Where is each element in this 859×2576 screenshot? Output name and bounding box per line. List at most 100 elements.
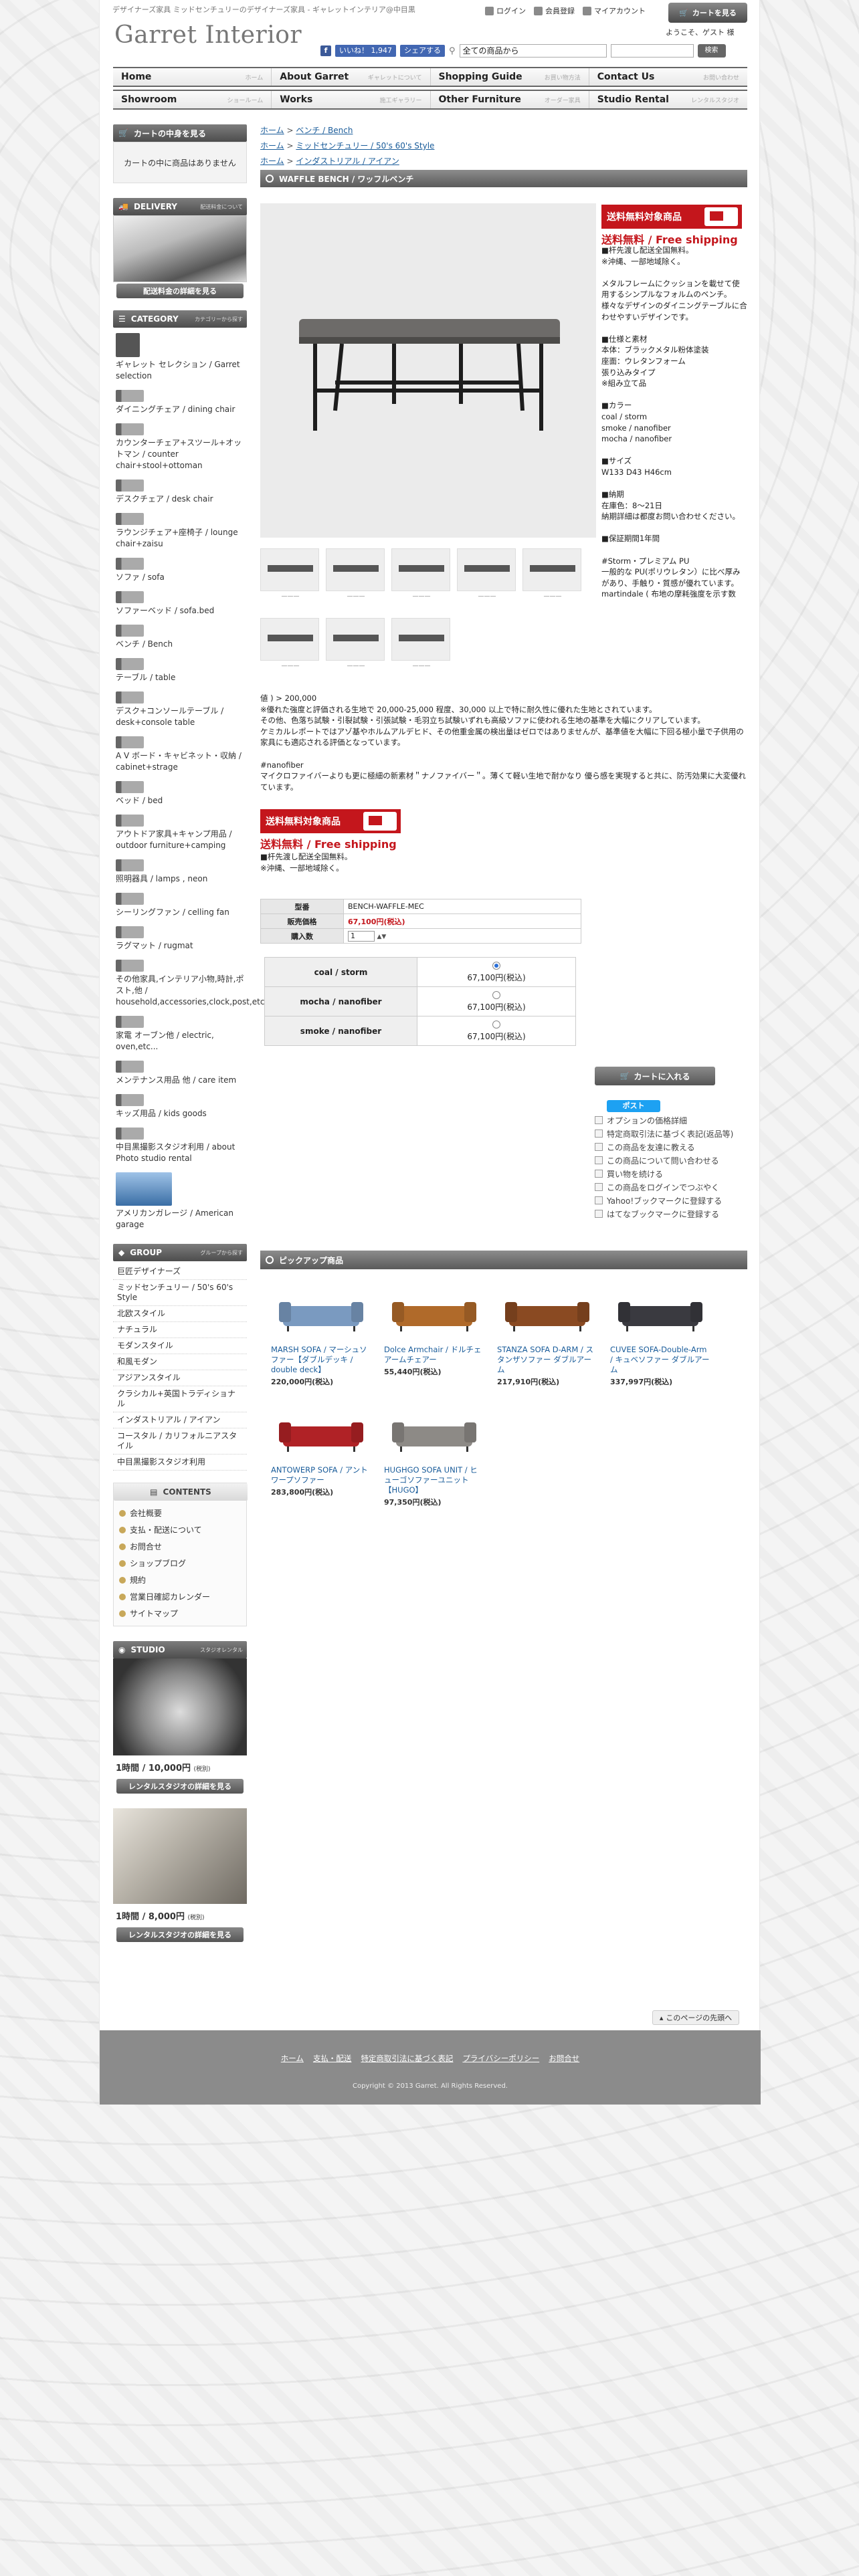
contents-item[interactable]: お問合せ	[114, 1538, 246, 1555]
nav-about[interactable]: About Garret ギャレットについて	[272, 68, 431, 86]
option-choice[interactable]: 67,100円(税込)	[417, 957, 576, 987]
category-item[interactable]: 中目黒撮影スタジオ利用 / about Photo studio rental	[116, 1128, 247, 1164]
category-item[interactable]: ギャレット セレクション / Garret selection	[116, 333, 247, 382]
product-link[interactable]: オプションの価格詳細	[595, 1113, 733, 1127]
product-thumbnail[interactable]: ———	[326, 618, 385, 669]
category-item[interactable]: A V ボード・キャビネット・収納 / cabinet+strage	[116, 736, 247, 773]
category-item[interactable]: カウンターチェア+スツール+オットマン / counter chair+stoo…	[116, 423, 247, 471]
product-link[interactable]: Yahoo!ブックマークに登録する	[595, 1194, 733, 1207]
category-item[interactable]: デスクチェア / desk chair	[116, 479, 247, 505]
category-item[interactable]: ラグマット / rugmat	[116, 926, 247, 952]
product-link[interactable]: 買い物を続ける	[595, 1167, 733, 1180]
product-link[interactable]: はてなブックマークに登録する	[595, 1207, 733, 1220]
nav-studio-rental[interactable]: Studio Rental レンタルスタジオ	[589, 91, 747, 108]
site-logo[interactable]: Garret Interior	[114, 21, 302, 49]
product-thumbnail[interactable]: ———	[260, 548, 319, 600]
category-item[interactable]: ソファーベッド / sofa.bed	[116, 591, 247, 617]
category-item[interactable]: シーリングファン / celling fan	[116, 893, 247, 918]
add-to-cart-button[interactable]: 🛒 カートに入れる	[595, 1067, 715, 1085]
product-thumbnail[interactable]: ———	[522, 548, 581, 600]
contents-item[interactable]: 支払・配送について	[114, 1521, 246, 1538]
category-item[interactable]: その他家具,インテリア小物,時計,ポスト,他 / household,acces…	[116, 960, 272, 1008]
pickup-item[interactable]: ANTOWERP SOFA / アントワープソファー 283,800円(税込)	[271, 1408, 371, 1497]
studio-detail-button-1[interactable]: レンタルスタジオの詳細を見る	[116, 1779, 244, 1794]
category-item[interactable]: テーブル / table	[116, 658, 247, 683]
category-item[interactable]: ソファ / sofa	[116, 558, 247, 583]
search-scope-select[interactable]: 全ての商品から	[459, 44, 607, 58]
product-link[interactable]: 特定商取引法に基づく表記(返品等)	[595, 1127, 733, 1140]
quantity-input[interactable]: 1	[348, 930, 375, 942]
contents-item[interactable]: ショップブログ	[114, 1555, 246, 1572]
category-item[interactable]: アウトドア家具+キャンプ用品 / outdoor furniture+campi…	[116, 815, 247, 851]
category-item[interactable]: デスク+コンソールテーブル / desk+console table	[116, 691, 247, 728]
contents-item[interactable]: サイトマップ	[114, 1605, 246, 1622]
footer-link[interactable]: お問合せ	[549, 2054, 579, 2063]
tweet-button[interactable]: ポスト	[607, 1100, 660, 1112]
product-link[interactable]: この商品を友達に教える	[595, 1140, 733, 1154]
category-item[interactable]: アメリカンガレージ / American garage	[116, 1172, 247, 1230]
category-item[interactable]: ベンチ / Bench	[116, 625, 247, 650]
group-item[interactable]: 中目黒撮影スタジオ利用	[113, 1455, 247, 1471]
myaccount-link[interactable]: マイアカウント	[583, 5, 646, 16]
studio-detail-button-2[interactable]: レンタルスタジオの詳細を見る	[116, 1927, 244, 1942]
nav-contact[interactable]: Contact Us お問い合わせ	[589, 68, 747, 86]
fb-like-button[interactable]: いいね！ 1,947	[335, 45, 396, 57]
contents-item[interactable]: 営業日確認カレンダー	[114, 1588, 246, 1605]
group-item[interactable]: ナチュラル	[113, 1322, 247, 1338]
pickup-item-name[interactable]: MARSH SOFA / マーシュソファー【ダブルデッキ / double de…	[271, 1345, 371, 1375]
sidebar-cart-header[interactable]: 🛒 カートの中身を見る	[113, 124, 247, 142]
facebook-icon[interactable]: f	[320, 45, 331, 56]
breadcrumb-link[interactable]: ミッドセンチュリー / 50's 60's Style	[296, 141, 434, 150]
group-item[interactable]: モダンスタイル	[113, 1338, 247, 1354]
footer-link[interactable]: 特定商取引法に基づく表記	[361, 2054, 453, 2063]
footer-link[interactable]: 支払・配送	[313, 2054, 352, 2063]
group-item[interactable]: ミッドセンチュリー / 50's 60's Style	[113, 1280, 247, 1306]
nav-other-furniture[interactable]: Other Furniture オーダー家具	[431, 91, 589, 108]
contents-item[interactable]: 規約	[114, 1572, 246, 1588]
group-item[interactable]: クラシカル+英国トラディショナル	[113, 1386, 247, 1412]
footer-link[interactable]: ホーム	[281, 2054, 304, 2063]
pickup-item-name[interactable]: HUGHGO SOFA UNIT / ヒューゴソファーユニット【HUGO】	[384, 1465, 484, 1495]
product-thumbnail[interactable]: ———	[457, 548, 516, 600]
category-item[interactable]: ラウンジチェア+座椅子 / lounge chair+zaisu	[116, 513, 247, 550]
pickup-item-name[interactable]: CUVEE SOFA-Double-Arm / キュベソファー ダブルアーム	[610, 1345, 710, 1375]
product-link[interactable]: この商品について問い合わせる	[595, 1154, 733, 1167]
category-item[interactable]: ダイニングチェア / dining chair	[116, 390, 247, 415]
group-item[interactable]: コースタル / カリフォルニアスタイル	[113, 1428, 247, 1455]
quantity-stepper[interactable]: ▲▼	[377, 934, 387, 940]
group-item[interactable]: 和風モダン	[113, 1354, 247, 1370]
pickup-item-name[interactable]: STANZA SOFA D-ARM / スタンザソファー ダブルアーム	[497, 1345, 597, 1375]
pickup-item[interactable]: Dolce Armchair / ドルチェアームチェアー 55,440円(税込)	[384, 1287, 484, 1377]
option-radio[interactable]	[492, 961, 500, 970]
nav-shopping-guide[interactable]: Shopping Guide お買い物方法	[431, 68, 589, 86]
option-radio[interactable]	[492, 1020, 500, 1029]
option-choice[interactable]: 67,100円(税込)	[417, 1016, 576, 1046]
nav-showroom[interactable]: Showroom ショールーム	[113, 91, 272, 108]
category-item[interactable]: キッズ用品 / kids goods	[116, 1094, 247, 1119]
group-item[interactable]: インダストリアル / アイアン	[113, 1412, 247, 1428]
option-radio[interactable]	[492, 990, 500, 999]
breadcrumb-home[interactable]: ホーム	[260, 156, 284, 166]
option-choice[interactable]: 67,100円(税込)	[417, 986, 576, 1016]
product-thumbnail[interactable]: ———	[391, 618, 450, 669]
category-item[interactable]: メンテナンス用品 他 / care item	[116, 1061, 247, 1086]
category-item[interactable]: 照明器具 / lamps , neon	[116, 859, 247, 885]
search-input[interactable]	[610, 44, 694, 58]
product-thumbnail[interactable]: ———	[326, 548, 385, 600]
delivery-detail-button[interactable]: 配送料金の詳細を見る	[116, 284, 244, 298]
breadcrumb-home[interactable]: ホーム	[260, 141, 284, 150]
breadcrumb-link[interactable]: ベンチ / Bench	[296, 126, 353, 135]
category-item[interactable]: 家電 オーブン他 / electric, oven,etc...	[116, 1016, 247, 1053]
fb-share-button[interactable]: シェアする	[400, 45, 445, 57]
pickup-item-name[interactable]: ANTOWERP SOFA / アントワープソファー	[271, 1465, 371, 1485]
category-item[interactable]: ベッド / bed	[116, 781, 247, 807]
search-button[interactable]: 検索	[697, 44, 726, 58]
pickup-item[interactable]: MARSH SOFA / マーシュソファー【ダブルデッキ / double de…	[271, 1287, 371, 1387]
footer-link[interactable]: プライバシーポリシー	[462, 2054, 539, 2063]
back-to-top-button[interactable]: ▴ このページの先頭へ	[652, 2010, 739, 2025]
register-link[interactable]: 会員登録	[534, 5, 575, 16]
login-link[interactable]: ログイン	[485, 5, 526, 16]
pickup-item-name[interactable]: Dolce Armchair / ドルチェアームチェアー	[384, 1345, 484, 1365]
contents-item[interactable]: 会社概要	[114, 1505, 246, 1521]
pickup-item[interactable]: HUGHGO SOFA UNIT / ヒューゴソファーユニット【HUGO】 97,…	[384, 1408, 484, 1507]
